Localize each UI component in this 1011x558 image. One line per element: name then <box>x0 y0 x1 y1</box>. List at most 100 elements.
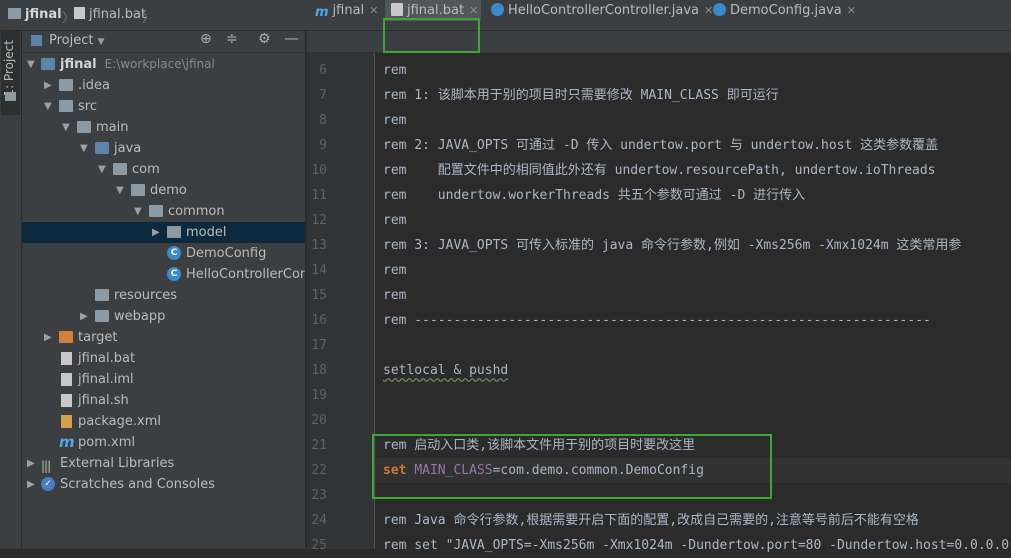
tree-item-external-libraries[interactable]: ▶ ||| External Libraries <box>22 453 305 474</box>
tree-label: .idea <box>78 78 110 93</box>
tab-label: DemoConfig.java <box>730 3 842 18</box>
java-class-icon: C <box>167 246 181 260</box>
chevron-down-icon: ▼ <box>44 101 52 112</box>
chevron-down-icon: ▼ <box>27 59 35 70</box>
sh-file-icon <box>61 394 72 407</box>
chevron-right-icon: ▶ <box>80 311 88 322</box>
project-view-selector[interactable]: Project ▼ <box>49 33 105 48</box>
line-number: 23 <box>311 488 327 503</box>
tree-item-main[interactable]: ▼ main <box>22 117 305 138</box>
chevron-down-icon: ▼ <box>134 206 142 217</box>
folder-icon <box>95 310 109 322</box>
tree-item-hellocontroller[interactable]: C HelloControllerContr <box>22 264 319 285</box>
tree-label: jfinal.bat <box>78 351 136 366</box>
project-tool-tab-label: 1: Project <box>2 40 16 97</box>
tree-item-common[interactable]: ▼ common <box>22 201 305 222</box>
tree-item-src[interactable]: ▼ src <box>22 96 305 117</box>
code-line[interactable]: rem 2: JAVA_OPTS 可通过 -D 传入 undertow.port… <box>383 133 938 158</box>
java-class-icon: C <box>167 267 181 281</box>
line-number: 22 <box>311 463 327 478</box>
tree-item-demo[interactable]: ▼ demo <box>22 180 305 201</box>
line-number: 17 <box>311 338 327 353</box>
line-number: 19 <box>311 388 327 403</box>
tree-label: java <box>114 141 142 156</box>
tree-item-jfinal-sh[interactable]: jfinal.sh <box>22 390 305 411</box>
code-line[interactable]: rem Java 命令行参数,根据需要开启下面的配置,改成自己需要的,注意等号前… <box>383 508 919 533</box>
code-line[interactable]: rem set "JAVA_OPTS=-Xms256m -Xmx1024m -D… <box>383 533 1009 558</box>
tree-label: jfinal.iml <box>78 372 134 387</box>
tree-item-java[interactable]: ▼ java <box>22 138 305 159</box>
tree-item-idea[interactable]: ▶ .idea <box>22 75 305 96</box>
line-number: 21 <box>311 438 327 453</box>
tree-label: common <box>168 204 225 219</box>
tab-jfinal[interactable]: m jfinal ✕ <box>309 0 383 21</box>
tab-hellocontroller[interactable]: HelloControllerController.java ✕ <box>485 0 713 21</box>
tree-item-webapp[interactable]: ▶ webapp <box>22 306 305 327</box>
tree-item-package-xml[interactable]: package.xml <box>22 411 305 432</box>
close-icon[interactable]: ✕ <box>847 4 856 17</box>
hide-icon[interactable]: — <box>284 29 299 47</box>
resources-folder-icon <box>95 289 109 301</box>
highlight-box-code <box>372 434 772 499</box>
locate-icon[interactable]: ⊕ <box>200 31 212 47</box>
code-line[interactable]: rem undertow.workerThreads 共五个参数可通过 -D 进… <box>383 183 805 208</box>
tree-label: demo <box>150 183 187 198</box>
folder-icon <box>77 121 91 133</box>
bat-file-icon <box>391 3 403 16</box>
bat-file-icon <box>74 7 85 19</box>
folder-icon <box>8 8 21 19</box>
tree-item-jfinal-iml[interactable]: jfinal.iml <box>22 369 305 390</box>
tab-label: jfinal.bat <box>407 3 465 18</box>
tree-item-model[interactable]: ▶ model <box>22 222 305 243</box>
code-line[interactable]: rem <box>383 58 406 83</box>
chevron-down-icon: ▼ <box>97 37 105 47</box>
tab-label: HelloControllerController.java <box>508 3 700 18</box>
gear-icon[interactable]: ⚙ <box>258 31 271 47</box>
breadcrumb-file[interactable]: jfinal.bat <box>74 7 146 22</box>
project-panel-header: Project ▼ ⊕ ≑ ⚙ — <box>22 29 305 53</box>
close-icon[interactable]: ✕ <box>369 4 378 17</box>
code-line[interactable]: rem <box>383 258 406 283</box>
breadcrumb-project[interactable]: jfinal <box>8 7 62 22</box>
line-number: 25 <box>311 538 327 553</box>
code-line[interactable]: rem 3: JAVA_OPTS 可传入标准的 java 命令行参数,例如 -X… <box>383 233 961 258</box>
folder-icon <box>59 79 73 91</box>
folder-icon <box>5 92 16 101</box>
chevron-right-icon: ▶ <box>27 479 35 490</box>
tree-item-target[interactable]: ▶ target <box>22 327 305 348</box>
code-line[interactable]: rem 1: 该脚本用于别的项目时只需要修改 MAIN_CLASS 即可运行 <box>383 83 779 108</box>
chevron-down-icon: ▼ <box>62 122 70 133</box>
close-icon[interactable]: ✕ <box>469 4 478 17</box>
tree-label: model <box>186 225 227 240</box>
line-number: 7 <box>319 88 327 103</box>
java-class-icon <box>491 3 504 16</box>
line-number: 15 <box>311 288 327 303</box>
breadcrumb-file-label: jfinal.bat <box>89 7 147 22</box>
tree-item-com[interactable]: ▼ com <box>22 159 305 180</box>
tree-item-jfinal[interactable]: ▼ jfinal E:\workplace\jfinal <box>22 54 305 75</box>
tree-item-democonfig[interactable]: C DemoConfig <box>22 243 305 264</box>
chevron-right-icon: ▶ <box>44 80 52 91</box>
line-number: 14 <box>311 263 327 278</box>
tree-item-pom-xml[interactable]: m pom.xml <box>22 432 305 453</box>
code-line[interactable]: setlocal & pushd <box>383 358 508 383</box>
source-folder-icon <box>95 142 109 154</box>
tree-item-scratches[interactable]: ▶ ✓ Scratches and Consoles <box>22 474 305 495</box>
code-line[interactable]: rem <box>383 283 406 308</box>
code-line[interactable]: rem <box>383 108 406 133</box>
tree-label: External Libraries <box>60 456 175 471</box>
code-line[interactable]: rem ------------------------------------… <box>383 308 931 333</box>
iml-file-icon <box>61 373 72 386</box>
tree-item-jfinal-bat[interactable]: jfinal.bat <box>22 348 305 369</box>
tree-label: webapp <box>114 309 166 324</box>
chevron-right-icon: ▶ <box>152 227 160 238</box>
tab-democonfig[interactable]: DemoConfig.java ✕ <box>707 0 856 21</box>
collapse-all-icon[interactable]: ≑ <box>226 31 238 47</box>
code-line[interactable]: rem 配置文件中的相同值此外还有 undertow.resourcePath,… <box>383 158 936 183</box>
package-icon <box>113 163 127 175</box>
code-line[interactable]: rem <box>383 208 406 233</box>
line-number: 11 <box>311 188 327 203</box>
line-number: 24 <box>311 513 327 528</box>
chevron-down-icon: ▼ <box>80 143 88 154</box>
tree-item-resources[interactable]: resources <box>22 285 305 306</box>
